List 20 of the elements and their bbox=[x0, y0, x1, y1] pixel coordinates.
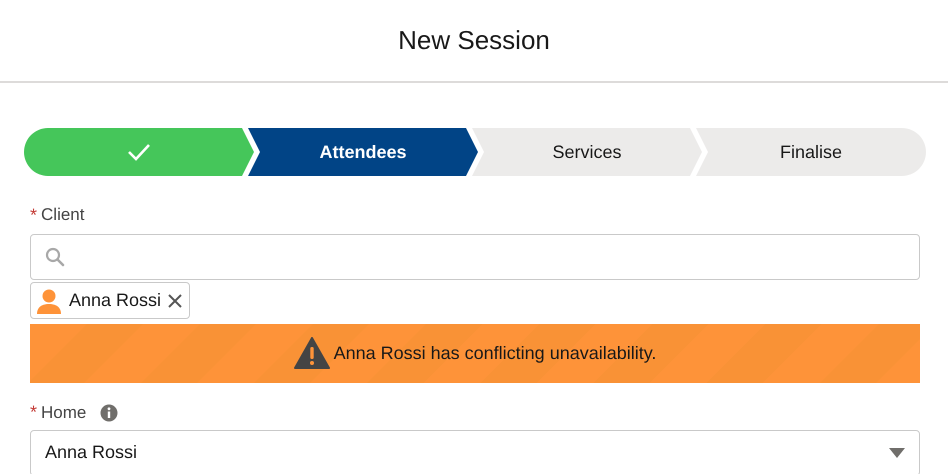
search-field[interactable] bbox=[30, 234, 920, 280]
field-label: Client bbox=[41, 205, 84, 225]
path-step[interactable]: Finalise bbox=[696, 128, 926, 176]
check-icon bbox=[127, 143, 151, 161]
warning-text: Anna Rossi has conflicting unavailability. bbox=[334, 342, 656, 364]
home-select[interactable]: Anna Rossi bbox=[30, 430, 920, 474]
client-pill[interactable]: Anna Rossi bbox=[30, 282, 190, 319]
path-step[interactable]: Services bbox=[472, 128, 702, 176]
caret-icon bbox=[889, 448, 905, 458]
required-asterisk: * bbox=[30, 204, 38, 226]
path-step[interactable]: Attendees bbox=[248, 128, 478, 176]
field-label: Home bbox=[41, 402, 86, 422]
warning-icon bbox=[294, 337, 330, 369]
pill-label: Anna Rossi bbox=[69, 290, 162, 311]
person-icon bbox=[35, 286, 63, 314]
close-icon[interactable] bbox=[167, 292, 184, 308]
search-icon bbox=[45, 247, 65, 267]
page-title: New Session bbox=[398, 25, 550, 56]
required-asterisk: * bbox=[30, 402, 38, 423]
info-icon[interactable] bbox=[100, 404, 118, 422]
